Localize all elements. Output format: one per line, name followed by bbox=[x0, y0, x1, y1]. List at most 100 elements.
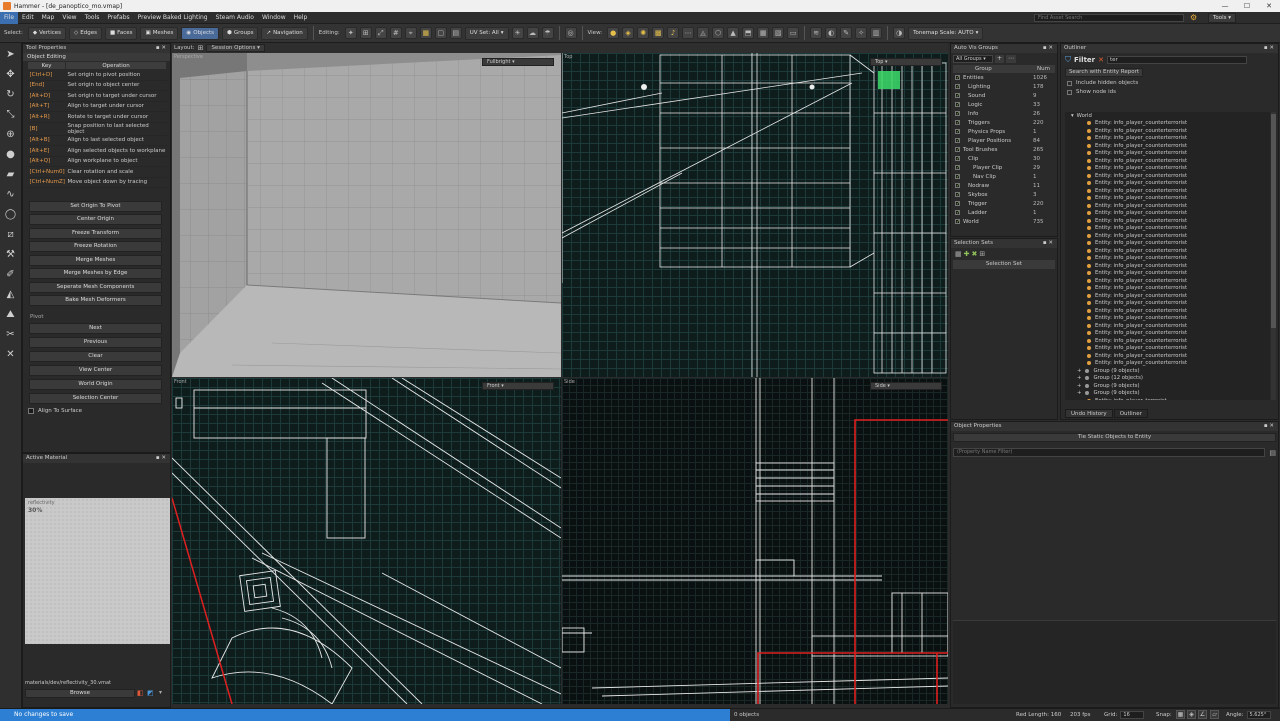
tonemap-icon[interactable]: ◑ bbox=[893, 27, 906, 39]
material-apply-icon[interactable]: ◩ bbox=[147, 689, 154, 697]
vis-group-checkbox[interactable]: ✓ bbox=[955, 147, 960, 153]
outliner-entity-row[interactable]: Entity: info_player_counterterrorist bbox=[1065, 277, 1270, 285]
snap-grid-icon[interactable]: ▦ bbox=[1176, 710, 1185, 719]
pivot-icon[interactable]: ✦ bbox=[344, 27, 357, 39]
include-hidden-checkbox[interactable]: Include hidden objects bbox=[1067, 80, 1272, 86]
vis-group-checkbox[interactable]: ✓ bbox=[955, 111, 960, 117]
top-view-dropdown[interactable]: Top ▾ bbox=[870, 58, 942, 66]
outliner-group-row[interactable]: + Group (9 objects) bbox=[1065, 390, 1270, 398]
vis-group-row[interactable]: ✓ Physics Props 1 bbox=[951, 127, 1057, 136]
umbrella-icon[interactable]: ☂ bbox=[541, 27, 554, 39]
bounds-icon[interactable]: ▢ bbox=[434, 27, 447, 39]
outliner-entity-row[interactable]: Entity: info_player_counterterrorist bbox=[1065, 210, 1270, 218]
vis-group-checkbox[interactable]: ✓ bbox=[955, 138, 960, 144]
bake-mesh-deformers-button[interactable]: Bake Mesh Deformers bbox=[29, 295, 162, 306]
outliner-entity-row[interactable]: Entity: info_player_counterterrorist bbox=[1065, 142, 1270, 150]
expand-icon[interactable]: + bbox=[1077, 375, 1081, 381]
outliner-entity-row[interactable]: Entity: info_player_terrorist bbox=[1065, 397, 1270, 400]
vis-group-filter-dropdown[interactable]: All Groups ▾ bbox=[953, 55, 993, 63]
scale-tool-icon[interactable]: ⤡ bbox=[3, 106, 19, 122]
expand-icon[interactable]: + bbox=[1077, 383, 1081, 389]
local-space-icon[interactable]: ⌖ bbox=[404, 27, 417, 39]
outliner-entity-row[interactable]: Entity: info_player_counterterrorist bbox=[1065, 172, 1270, 180]
tree-root-world[interactable]: ▾ World bbox=[1065, 112, 1270, 120]
select-meshes-button[interactable]: ▣ Meshes bbox=[140, 26, 179, 40]
view-particles-icon[interactable]: ✧ bbox=[855, 27, 868, 39]
selection-set-new-icon[interactable]: ▦ bbox=[955, 250, 962, 258]
material-preview[interactable]: reflectivity 30% bbox=[25, 498, 170, 644]
merge-meshes-by-edge-button[interactable]: Merge Meshes by Edge bbox=[29, 268, 162, 279]
property-list-view-icon[interactable]: ▤ bbox=[1269, 449, 1276, 457]
view-brushes-icon[interactable]: ▩ bbox=[652, 27, 665, 39]
view-triggers-icon[interactable]: ◬ bbox=[697, 27, 710, 39]
freeze-rotation-button[interactable]: Freeze Rotation bbox=[29, 241, 162, 252]
material-pick-icon[interactable]: ◧ bbox=[137, 689, 144, 697]
grid-size-dropdown[interactable]: 16 bbox=[1120, 710, 1145, 719]
camera-icon[interactable]: ◎ bbox=[564, 27, 577, 39]
snap-surface-icon[interactable]: ▱ bbox=[1210, 710, 1219, 719]
view-nav-icon[interactable]: ⬡ bbox=[712, 27, 725, 39]
entity-report-button[interactable]: Search with Entity Report bbox=[1065, 68, 1143, 77]
vis-group-row[interactable]: ✓ Player Clip 29 bbox=[951, 163, 1057, 172]
vis-group-row[interactable]: ✓ Clip 30 bbox=[951, 154, 1057, 163]
vis-group-row[interactable]: ✓ Trigger 220 bbox=[951, 199, 1057, 208]
vis-group-row[interactable]: ✓ Ladder 1 bbox=[951, 208, 1057, 217]
outliner-entity-row[interactable]: Entity: info_player_counterterrorist bbox=[1065, 157, 1270, 165]
tonemap-dropdown[interactable]: Tonemap Scale: AUTO ▾ bbox=[908, 26, 984, 40]
block-tool-icon[interactable]: ▰ bbox=[3, 166, 19, 182]
view-lightmap-icon[interactable]: ▥ bbox=[870, 27, 883, 39]
panel-close-icon[interactable]: ▪ ✕ bbox=[1264, 44, 1274, 53]
filter-clear-icon[interactable]: ✕ bbox=[1098, 56, 1104, 64]
separate-mesh-components-button[interactable]: Seperate Mesh Components bbox=[29, 282, 162, 293]
perspective-render-mode-dropdown[interactable]: Fullbright ▾ bbox=[482, 58, 554, 66]
selection-set-remove-icon[interactable]: ✖ bbox=[972, 250, 978, 258]
decal-tool-icon[interactable]: ✂ bbox=[3, 326, 19, 342]
move-tool-icon[interactable]: ✥ bbox=[3, 66, 19, 82]
grid-size-control[interactable]: Grid: 16 bbox=[1104, 709, 1145, 721]
outliner-entity-row[interactable]: Entity: info_player_counterterrorist bbox=[1065, 195, 1270, 203]
view-overlay-icon[interactable]: ⬒ bbox=[742, 27, 755, 39]
outliner-entity-row[interactable]: Entity: info_player_counterterrorist bbox=[1065, 202, 1270, 210]
rotate-tool-icon[interactable]: ↻ bbox=[3, 86, 19, 102]
pivot-next-button[interactable]: Next bbox=[29, 323, 162, 334]
pivot-clear-button[interactable]: Clear bbox=[29, 351, 162, 362]
outliner-entity-row[interactable]: Entity: info_player_counterterrorist bbox=[1065, 292, 1270, 300]
vis-group-options-icon[interactable]: ⋯ bbox=[1006, 55, 1017, 63]
select-faces-button[interactable]: ■ Faces bbox=[104, 26, 138, 40]
angle-dropdown[interactable]: 5.625° bbox=[1246, 710, 1271, 719]
asset-search-input[interactable]: Find Asset Search bbox=[1034, 14, 1184, 22]
pivot-previous-button[interactable]: Previous bbox=[29, 337, 162, 348]
perspective-viewport[interactable]: Perspective Fullbright ▾ bbox=[172, 53, 561, 377]
outliner-entity-row[interactable]: Entity: info_player_counterterrorist bbox=[1065, 217, 1270, 225]
front-viewport[interactable]: Front Front ▾ bbox=[172, 378, 561, 704]
outliner-entity-row[interactable]: Entity: info_player_counterterrorist bbox=[1065, 180, 1270, 188]
angle-control[interactable]: Angle: 5.625° bbox=[1226, 709, 1271, 721]
select-navigation-button[interactable]: ➚ Navigation bbox=[261, 26, 308, 40]
outliner-group-row[interactable]: + Group (9 objects) bbox=[1065, 382, 1270, 390]
pivot-view-center-button[interactable]: View Center bbox=[29, 365, 162, 376]
view-sound-icon[interactable]: ♪ bbox=[667, 27, 680, 39]
align-to-surface-checkbox[interactable]: Align To Surface bbox=[28, 408, 82, 414]
select-groups-button[interactable]: ⬢ Groups bbox=[222, 26, 259, 40]
outliner-group-row[interactable]: + Group (9 objects) bbox=[1065, 367, 1270, 375]
vis-group-checkbox[interactable]: ✓ bbox=[955, 165, 960, 171]
select-vertices-button[interactable]: ◆ Vertices bbox=[27, 26, 67, 40]
vis-group-row[interactable]: ✓ Sound 9 bbox=[951, 91, 1057, 100]
panel-close-icon[interactable]: ▪ ✕ bbox=[156, 44, 166, 53]
outliner-entity-row[interactable]: Entity: info_player_counterterrorist bbox=[1065, 262, 1270, 270]
vis-group-row[interactable]: ✓ Nodraw 11 bbox=[951, 181, 1057, 190]
front-view-dropdown[interactable]: Front ▾ bbox=[482, 382, 554, 390]
tie-static-objects-button[interactable]: Tie Static Objects to Entity bbox=[953, 433, 1276, 442]
texture-tool-icon[interactable]: ◭ bbox=[3, 286, 19, 302]
view-bounds-icon[interactable]: ▭ bbox=[787, 27, 800, 39]
vis-group-checkbox[interactable]: ✓ bbox=[955, 174, 960, 180]
tools-dropdown[interactable]: Tools ▾ bbox=[1208, 13, 1237, 23]
pivot-selection-center-button[interactable]: Selection Center bbox=[29, 393, 162, 404]
view-tools-icon[interactable]: ✎ bbox=[840, 27, 853, 39]
vis-group-checkbox[interactable]: ✓ bbox=[955, 210, 960, 216]
vis-group-checkbox[interactable]: ✓ bbox=[955, 75, 960, 81]
clip-tool-icon[interactable]: ⧄ bbox=[3, 226, 19, 242]
vis-group-row[interactable]: ✓ Triggers 220 bbox=[951, 118, 1057, 127]
view-entities-icon[interactable]: ● bbox=[607, 27, 620, 39]
freeze-transform-button[interactable]: Freeze Transform bbox=[29, 228, 162, 239]
